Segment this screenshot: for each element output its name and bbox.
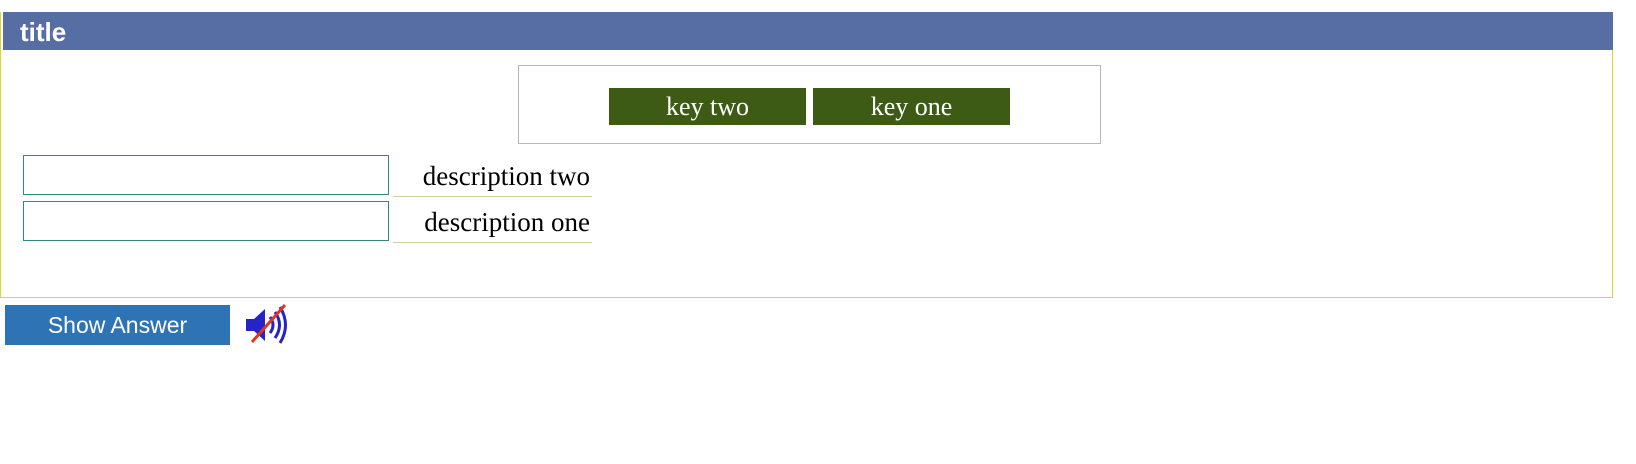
page-scrollbar[interactable]	[1619, 0, 1636, 464]
description-two-label: description two	[393, 155, 592, 197]
description-one-label: description one	[393, 201, 592, 243]
key-tile-two[interactable]: key two	[609, 88, 806, 125]
title-bar: title	[3, 12, 1613, 50]
page-title: title	[20, 17, 67, 47]
key-tile-one[interactable]: key one	[813, 88, 1010, 125]
key-bank: key two key one	[518, 65, 1101, 144]
answer-input-one[interactable]	[23, 201, 389, 241]
speaker-muted-icon[interactable]	[244, 302, 290, 348]
show-answer-button[interactable]: Show Answer	[5, 305, 230, 345]
answer-input-two[interactable]	[23, 155, 389, 195]
